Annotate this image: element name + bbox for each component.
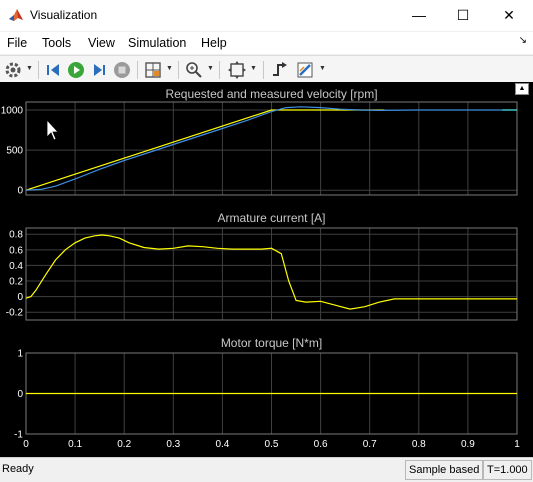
x-tick-label: 0 bbox=[23, 439, 29, 450]
run-icon[interactable] bbox=[66, 60, 86, 80]
plot-title-0: Requested and measured velocity [rpm] bbox=[165, 87, 377, 101]
toolbar: ▼ ▼ ▼ ▼ ▼ bbox=[0, 55, 533, 84]
layout-dropdown-icon[interactable]: ▼ bbox=[166, 65, 173, 72]
title-bar: Visualization — ☐ ✕ bbox=[0, 0, 533, 31]
x-tick-label: 0.7 bbox=[363, 439, 377, 450]
toolbar-separator bbox=[178, 61, 179, 79]
menu-file[interactable]: File bbox=[7, 36, 27, 50]
matlab-logo-icon bbox=[8, 7, 24, 23]
autoscale-dropdown-icon[interactable]: ▼ bbox=[250, 65, 257, 72]
status-bar: Ready Sample based T=1.000 bbox=[0, 457, 533, 482]
close-button[interactable]: ✕ bbox=[486, 0, 532, 30]
plot-title-2: Motor torque [N*m] bbox=[221, 336, 322, 350]
menu-tools[interactable]: Tools bbox=[42, 36, 71, 50]
y-tick-label: 1000 bbox=[1, 106, 24, 117]
style-dropdown-icon[interactable]: ▼ bbox=[319, 65, 326, 72]
style-icon[interactable] bbox=[295, 60, 315, 80]
status-ready: Ready bbox=[2, 463, 34, 475]
x-tick-label: 0.4 bbox=[215, 439, 229, 450]
y-tick-label: 500 bbox=[6, 146, 23, 157]
stop-icon[interactable] bbox=[112, 60, 132, 80]
scope-plots: Requested and measured velocity [rpm] 0 50… bbox=[1, 87, 520, 450]
x-tick-label: 0.9 bbox=[461, 439, 475, 450]
step-back-icon[interactable] bbox=[44, 60, 64, 80]
trigger-icon[interactable] bbox=[270, 60, 290, 80]
x-tick-label: 0.1 bbox=[68, 439, 82, 450]
y-tick-label: -1 bbox=[14, 430, 23, 441]
toolbar-separator bbox=[137, 61, 138, 79]
dock-arrow-icon[interactable]: ↘ bbox=[519, 35, 527, 46]
x-tick-label: 0.5 bbox=[265, 439, 279, 450]
layout-icon[interactable] bbox=[143, 60, 163, 80]
sim-time: T=1.000 bbox=[483, 460, 532, 480]
y-tick-label: 0.2 bbox=[9, 277, 23, 288]
y-tick-label: 1 bbox=[17, 349, 23, 360]
y-tick-label: 0 bbox=[17, 292, 23, 303]
y-tick-label: 0 bbox=[17, 389, 23, 400]
mouse-cursor-icon bbox=[46, 118, 59, 141]
y-tick-label: 0 bbox=[17, 186, 23, 197]
x-tick-label: 0.8 bbox=[412, 439, 426, 450]
zoom-dropdown-icon[interactable]: ▼ bbox=[207, 65, 214, 72]
y-tick-label: 0.8 bbox=[9, 230, 23, 241]
menu-simulation[interactable]: Simulation bbox=[128, 36, 186, 50]
x-tick-label: 0.2 bbox=[117, 439, 131, 450]
toolbar-separator bbox=[219, 61, 220, 79]
y-tick-label: 0.4 bbox=[9, 261, 23, 272]
maximize-button[interactable]: ☐ bbox=[440, 0, 486, 30]
toolbar-separator bbox=[38, 61, 39, 79]
sampling-mode: Sample based bbox=[405, 460, 484, 480]
x-tick-label: 0.3 bbox=[166, 439, 180, 450]
menu-bar: File Tools View Simulation Help ↘ bbox=[0, 32, 533, 54]
y-tick-label: -0.2 bbox=[6, 308, 24, 319]
x-tick-label: 1 bbox=[514, 439, 520, 450]
x-tick-label: 0.6 bbox=[314, 439, 328, 450]
toolbar-separator bbox=[263, 61, 264, 79]
y-tick-label: 0.6 bbox=[9, 245, 23, 256]
autoscale-icon[interactable] bbox=[227, 60, 247, 80]
zoom-icon[interactable] bbox=[184, 60, 204, 80]
menu-view[interactable]: View bbox=[88, 36, 115, 50]
settings-icon[interactable] bbox=[3, 60, 23, 80]
menu-help[interactable]: Help bbox=[201, 36, 227, 50]
plot-title-1: Armature current [A] bbox=[217, 211, 325, 225]
settings-dropdown-icon[interactable]: ▼ bbox=[26, 65, 33, 72]
step-forward-icon[interactable] bbox=[89, 60, 109, 80]
minimize-button[interactable]: — bbox=[396, 0, 442, 30]
scope-display: Requested and measured velocity [rpm] 0 50… bbox=[0, 82, 533, 457]
expand-icon[interactable]: ▲ bbox=[515, 83, 529, 95]
window-title: Visualization bbox=[30, 8, 98, 22]
